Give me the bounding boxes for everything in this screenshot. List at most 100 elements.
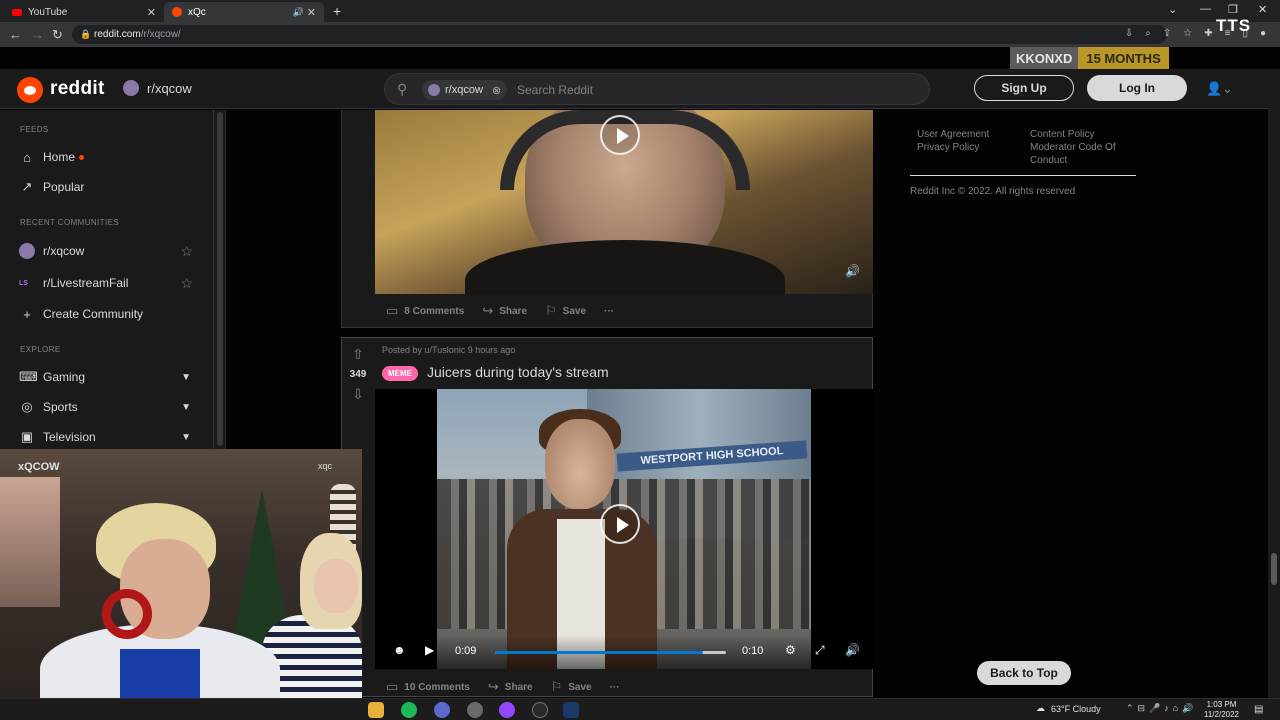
link-user-agreement[interactable]: User Agreement [917, 128, 989, 141]
share-page-icon[interactable]: ⇪ [1163, 28, 1171, 39]
sidebar-item-popular[interactable]: ↗ Popular [19, 176, 199, 198]
sign-up-button[interactable]: Sign Up [974, 75, 1074, 101]
weather-widget[interactable]: ☁ 63°F Cloudy [1036, 703, 1101, 714]
downvote-icon[interactable]: ⇩ [342, 386, 374, 403]
search-input[interactable] [517, 80, 897, 100]
chevron-down-icon[interactable]: ▼ [181, 402, 191, 413]
webcam-person-2-face [314, 559, 358, 613]
back-to-top-button[interactable]: Back to Top [977, 661, 1071, 685]
sidebar-item-livestreamfail[interactable]: LS r/LivestreamFail ☆ [19, 272, 199, 294]
more-options-button[interactable]: ··· [604, 306, 614, 317]
play-button-icon[interactable]: ▶ [425, 643, 434, 657]
post-title[interactable]: Juicers during today's stream [427, 364, 609, 380]
link-privacy-policy[interactable]: Privacy Policy [917, 141, 989, 154]
link-content-policy[interactable]: Content Policy [1030, 128, 1136, 141]
upvote-icon[interactable]: ⇧ [342, 346, 374, 363]
zoom-icon[interactable]: ⌕ [1145, 28, 1151, 39]
obs-icon[interactable] [499, 702, 515, 718]
minimize-icon[interactable]: — [1200, 3, 1211, 15]
post-video[interactable]: 🔊 [375, 110, 873, 294]
steam-icon[interactable] [563, 702, 579, 718]
log-in-button[interactable]: Log In [1087, 75, 1187, 101]
spotify-icon[interactable] [401, 702, 417, 718]
link-moderator-code[interactable]: Moderator Code Of Conduct [1030, 141, 1136, 167]
app-icon[interactable] [532, 702, 548, 718]
favorite-star-icon[interactable]: ☆ [180, 243, 193, 260]
xqcow-avatar [123, 80, 139, 96]
video-progress-bar[interactable] [495, 651, 726, 654]
more-options-button[interactable]: ··· [610, 682, 620, 693]
url-field[interactable]: 🔒 reddit.com/r/xqcow/ [72, 25, 1167, 44]
close-tab-icon[interactable]: ✕ [147, 6, 156, 19]
page-scrollbar[interactable] [1268, 69, 1280, 699]
post-card[interactable]: ⇧ 349 ⇩ Posted by u/Tuslonic 9 hours ago… [341, 337, 873, 697]
chevron-down-icon[interactable]: ▼ [181, 432, 191, 443]
create-community-button[interactable]: + Create Community [19, 303, 199, 325]
comments-button[interactable]: ▭ 10 Comments [386, 679, 470, 695]
sidebar-item-home[interactable]: ⌂ Home [19, 146, 199, 168]
search-icon: ⚲ [397, 81, 408, 97]
comments-button[interactable]: ▭ 8 Comments [386, 303, 464, 319]
sidebar-item-television[interactable]: ▣ Television ▼ [19, 426, 199, 448]
forward-icon[interactable]: → [31, 27, 44, 42]
reload-icon[interactable]: ↻ [52, 27, 63, 43]
bookmark-icon: ⚐ [550, 679, 563, 694]
bookmark-star-icon[interactable]: ☆ [1183, 28, 1192, 39]
sidebar-item-sports[interactable]: ◎ Sports ▼ [19, 396, 199, 418]
search-bar: ⚲ r/xqcow ⊗ [384, 73, 930, 105]
scrollbar-thumb[interactable] [217, 112, 223, 446]
save-button[interactable]: ⚐ Save [551, 679, 592, 695]
share-button[interactable]: ↪ Share [482, 303, 527, 319]
popular-icon: ↗ [21, 179, 33, 194]
sidebar-item-gaming[interactable]: ⌨ Gaming ▼ [19, 366, 199, 388]
tab-xqc[interactable]: xQc 🔊 ✕ [164, 2, 324, 22]
notifications-icon[interactable]: ▤ [1254, 704, 1263, 715]
reddit-wordmark[interactable]: reddit [50, 78, 105, 100]
save-button[interactable]: ⚐ Save [545, 303, 586, 319]
reddit-snoo-icon[interactable]: ☻ [393, 643, 406, 657]
clear-chip-icon[interactable]: ⊗ [492, 84, 501, 97]
new-tab-button[interactable]: + [333, 3, 341, 19]
fullscreen-icon[interactable]: ⤢ [815, 643, 825, 658]
television-icon: ▣ [20, 429, 34, 444]
chrome-icon[interactable] [434, 702, 450, 718]
community-selector[interactable]: r/xqcow [123, 80, 192, 96]
maximize-icon[interactable]: ❐ [1228, 3, 1238, 16]
back-icon[interactable]: ← [9, 27, 22, 42]
file-explorer-icon[interactable] [368, 702, 384, 718]
bookmark-icon: ⚐ [545, 303, 557, 318]
speaker-icon[interactable]: 🔊 [293, 7, 304, 18]
tab-search-icon[interactable]: ⌄ [1168, 3, 1177, 16]
scrollbar-thumb[interactable] [1271, 553, 1277, 585]
sidebar-scrollbar[interactable] [214, 110, 226, 450]
sidebar-item-label: Popular [43, 180, 85, 194]
sidebar-item-xqcow[interactable]: r/xqcow ☆ [19, 240, 199, 262]
extensions-icon[interactable]: ✚ [1204, 28, 1212, 39]
post-card[interactable]: 🔊 ▭ 8 Comments ↪ Share ⚐ Save ··· [341, 110, 873, 328]
explore-heading: EXPLORE [20, 345, 61, 354]
volume-icon[interactable]: 🔊 [845, 643, 860, 657]
post-actions: ▭ 10 Comments ↪ Share ⚐ Save ··· [386, 679, 620, 695]
post-flair[interactable]: MEME [382, 366, 418, 381]
post-video[interactable]: WESTPORT HIGH SCHOOL ☻ ▶ 0:09 0:10 ⚙ ⤢ 🔊 [375, 389, 873, 669]
share-button[interactable]: ↪ Share [488, 679, 533, 695]
chevron-down-icon[interactable]: ▼ [181, 372, 191, 383]
close-window-icon[interactable]: ✕ [1258, 3, 1267, 16]
clock[interactable]: 1:03 PM 11/2/2022 [1204, 700, 1239, 720]
play-icon[interactable] [600, 115, 640, 155]
comments-label: 8 Comments [404, 305, 465, 317]
reddit-logo-icon[interactable] [17, 77, 43, 103]
system-tray-icons[interactable]: ⌃⊟🎤♪⌂🔊 [1126, 703, 1197, 714]
install-icon[interactable]: ⇩ [1125, 28, 1133, 39]
profile-icon[interactable]: ● [1260, 28, 1266, 39]
user-menu-icon[interactable]: 👤⌄ [1206, 81, 1233, 97]
tab-youtube[interactable]: YouTube ✕ [4, 2, 164, 22]
browser-tab-bar: YouTube ✕ xQc 🔊 ✕ + ⌄ — ❐ ✕ [0, 0, 1280, 22]
settings-gear-icon[interactable]: ⚙ [785, 643, 796, 657]
favorite-star-icon[interactable]: ☆ [180, 275, 193, 292]
play-icon[interactable] [600, 504, 640, 544]
app-icon[interactable] [467, 702, 483, 718]
volume-icon[interactable]: 🔊 [845, 264, 860, 278]
sidebar-item-label: Sports [43, 400, 78, 414]
close-tab-icon[interactable]: ✕ [307, 6, 316, 19]
